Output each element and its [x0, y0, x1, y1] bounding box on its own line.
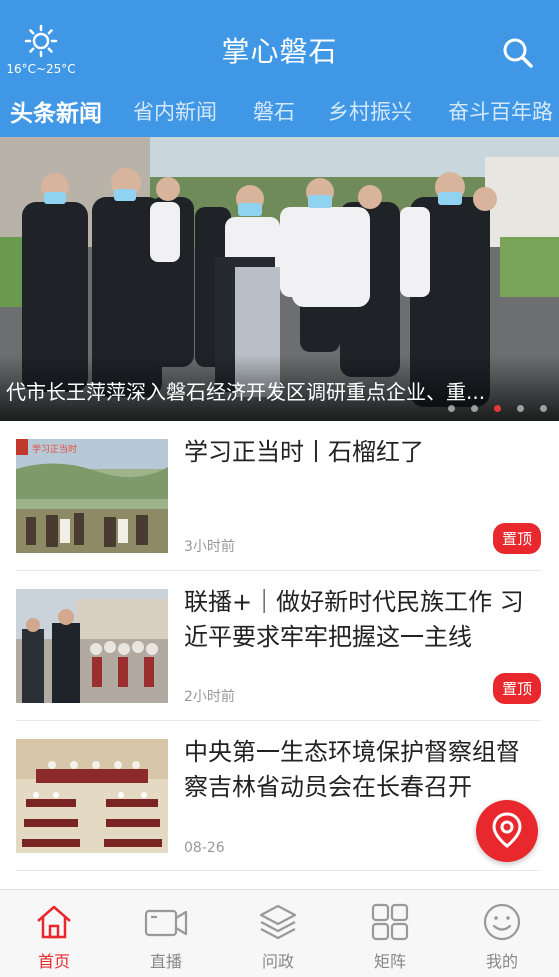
news-thumbnail [16, 589, 168, 703]
banner-caption: 代市长王萍萍深入磐石经济开发区调研重点企业、重... [6, 380, 486, 404]
pinned-badge: 置顶 [492, 673, 541, 704]
nav-live-label: 直播 [149, 952, 182, 971]
nav-matrix-label: 矩阵 [373, 952, 406, 971]
tab-provincial-news[interactable]: 省内新闻 [133, 96, 217, 126]
headline-banner[interactable]: 代市长王萍萍深入磐石经济开发区调研重点企业、重... [0, 137, 559, 421]
app-header: 16°C~25°C 掌心磐石 头条新闻 省内新闻 磐石 乡村振兴 奋斗百年路 [0, 0, 559, 137]
nav-wenzheng[interactable]: 问政 [238, 902, 318, 972]
news-time: 2小时前 [184, 689, 235, 705]
layers-icon [259, 904, 297, 940]
news-list-item[interactable]: 中央第一生态环境保护督察组督察吉林省动员会在长春召开 08-26 [16, 721, 541, 871]
news-thumbnail: 学习正当时 [16, 439, 168, 553]
news-list-item[interactable]: 学习正当时 学习正当时丨石榴红了 3小时前 置顶 [16, 421, 541, 571]
tab-centennial-road[interactable]: 奋斗百年路 [448, 96, 553, 126]
carousel-indicator [437, 405, 547, 413]
nav-live[interactable]: 直播 [126, 902, 206, 972]
smiley-icon [483, 903, 521, 941]
carousel-dot[interactable] [447, 405, 455, 412]
nav-home-label: 首页 [37, 952, 70, 971]
thumbnail-logo-text: 学习正当时 [32, 443, 77, 455]
nav-profile[interactable]: 我的 [462, 902, 542, 972]
tab-panshi[interactable]: 磐石 [253, 96, 295, 126]
carousel-dot[interactable] [516, 405, 524, 412]
news-thumbnail [16, 739, 168, 853]
nav-home[interactable]: 首页 [14, 902, 94, 972]
nav-wenzheng-label: 问政 [261, 952, 294, 971]
grid-icon [371, 903, 409, 941]
location-pin-icon [492, 812, 522, 848]
news-time: 3小时前 [184, 539, 235, 555]
video-camera-icon [144, 909, 188, 937]
news-list-item[interactable]: 联播+｜做好新时代民族工作 习近平要求牢牢把握这一主线 2小时前 置顶 [16, 571, 541, 721]
bottom-navigation: 首页 直播 问政 矩阵 我的 [0, 889, 559, 977]
carousel-dot-active[interactable] [493, 405, 501, 412]
nav-profile-label: 我的 [485, 952, 518, 971]
news-time: 08-26 [184, 840, 225, 856]
search-icon [503, 38, 533, 68]
tab-headlines[interactable]: 头条新闻 [10, 94, 102, 128]
location-float-button[interactable] [476, 800, 538, 862]
news-title: 中央第一生态环境保护督察组督察吉林省动员会在长春召开 [184, 738, 520, 801]
news-title: 联播+｜做好新时代民族工作 习近平要求牢牢把握这一主线 [184, 588, 524, 651]
carousel-dot[interactable] [470, 405, 478, 412]
tab-rural-revitalization[interactable]: 乡村振兴 [328, 96, 412, 126]
pinned-badge: 置顶 [492, 523, 541, 554]
news-title: 学习正当时丨石榴红了 [184, 438, 424, 466]
nav-matrix[interactable]: 矩阵 [350, 902, 430, 972]
home-icon [37, 905, 71, 939]
carousel-dot[interactable] [540, 405, 547, 412]
app-title: 掌心磐石 [221, 35, 338, 68]
search-button[interactable] [501, 36, 535, 70]
category-tabs: 头条新闻 省内新闻 磐石 乡村振兴 奋斗百年路 [0, 88, 559, 134]
